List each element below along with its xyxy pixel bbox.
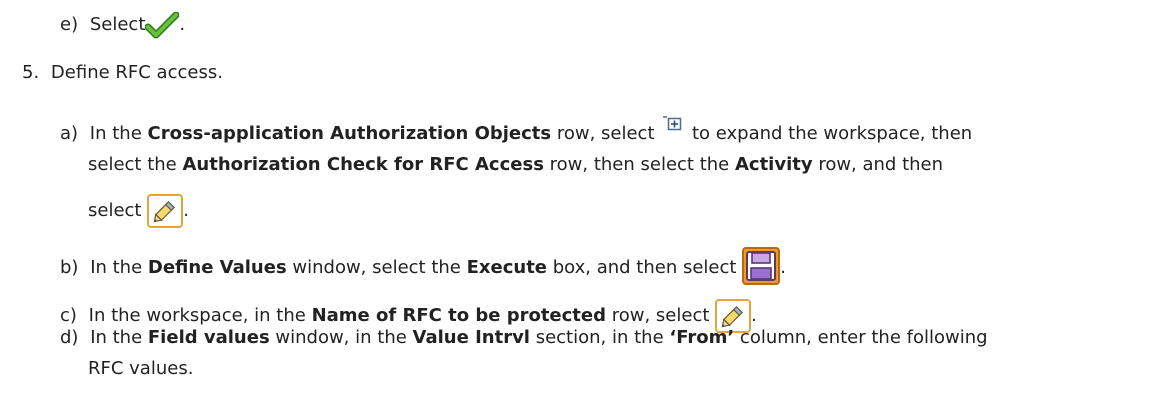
- sub-b-text-2: window, select the: [286, 257, 467, 278]
- sub-c-period: .: [751, 305, 757, 326]
- sub-a-text-1: In the: [89, 123, 148, 144]
- sub-a-l2-text-3: row, and then: [812, 154, 944, 175]
- sub-a-line-1: a) In the Cross-application Authorizatio…: [60, 116, 973, 147]
- sub-c-line: c) In the workspace, in the Name of RFC …: [60, 295, 757, 333]
- step-5-line: 5. Define RFC access.: [22, 60, 223, 86]
- step-e-text: Select: [89, 14, 146, 35]
- sub-a-line-3: select .: [88, 190, 189, 228]
- sub-a-marker: a): [60, 123, 79, 144]
- sub-b-bold-1: Define Values: [147, 257, 287, 278]
- sub-a-l3-text-1: select: [88, 200, 148, 221]
- save-icon: [742, 247, 781, 285]
- sub-a-text-3: to expand the workspace, then: [686, 123, 973, 144]
- sub-d-line-1: d) In the Field values window, in the Va…: [60, 325, 988, 351]
- sub-b-text-1: In the: [90, 257, 148, 278]
- sub-a-bold-1: Cross-application Authorization Objects: [147, 123, 552, 144]
- step-e-period: .: [179, 14, 186, 35]
- sub-d-bold-1: Field values: [147, 327, 270, 348]
- sub-b-bold-2: Execute: [466, 257, 548, 278]
- sub-b-text-3: box, and then select: [547, 257, 743, 278]
- sub-a-text-2: row, select: [551, 123, 661, 144]
- step-e-marker: e): [60, 14, 79, 35]
- sub-a-bold-2: Authorization Check for RFC Access: [182, 154, 544, 175]
- expand-icon: [662, 115, 686, 133]
- sub-a-line-2: select the Authorization Check for RFC A…: [88, 152, 943, 178]
- sub-d-text-1: In the: [90, 327, 148, 348]
- sub-d-bold-2: Value Intrvl: [412, 327, 530, 348]
- sub-b-period: .: [780, 257, 786, 278]
- green-check-icon: [144, 11, 180, 40]
- sub-c-text-1: In the workspace, in the: [88, 305, 312, 326]
- sub-d-line-2: RFC values.: [88, 356, 193, 382]
- sub-d-l2-text: RFC values.: [88, 358, 194, 379]
- sub-a-bold-3: Activity: [734, 154, 813, 175]
- sub-a-l2-text-1: select the: [88, 154, 183, 175]
- sub-d-bold-3: ‘From’: [669, 327, 735, 348]
- sub-b-line: b) In the Define Values window, select t…: [60, 243, 786, 285]
- step-5-text: Define RFC access.: [50, 62, 223, 83]
- sub-d-marker: d): [60, 327, 79, 348]
- sub-a-l2-text-2: row, then select the: [543, 154, 735, 175]
- sub-c-bold-1: Name of RFC to be protected: [311, 305, 607, 326]
- step-5-marker: 5.: [22, 62, 40, 83]
- sub-b-marker: b): [60, 257, 79, 278]
- sub-a-period: .: [183, 200, 189, 221]
- pencil-icon: [147, 194, 184, 228]
- sub-c-marker: c): [60, 305, 77, 326]
- sub-c-text-2: row, select: [606, 305, 716, 326]
- sub-d-text-2: window, in the: [269, 327, 413, 348]
- sub-d-text-4: column, enter the following: [734, 327, 988, 348]
- sub-d-text-3: section, in the: [529, 327, 670, 348]
- step-e-line: e) Select .: [60, 10, 186, 40]
